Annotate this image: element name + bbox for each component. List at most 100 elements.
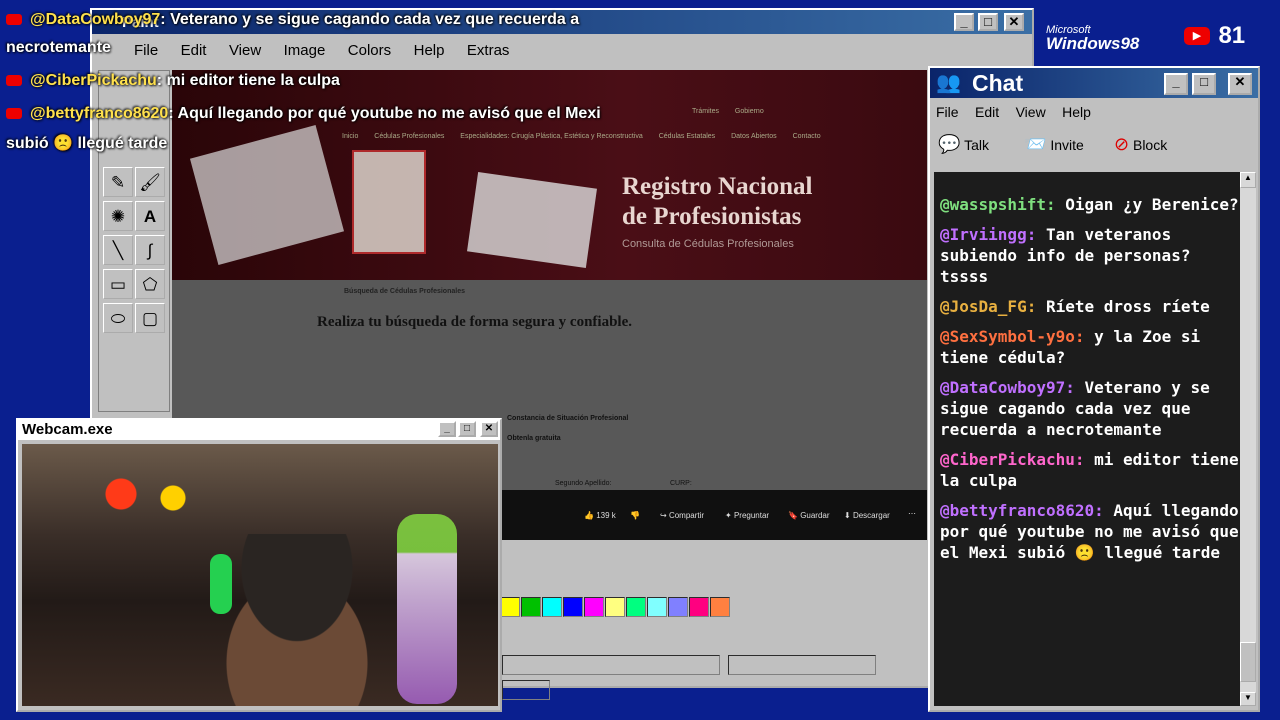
chat-username: @Irviingg: bbox=[940, 225, 1037, 244]
rounded-rect-tool-icon[interactable]: ▢ bbox=[135, 303, 165, 333]
palette-swatch[interactable] bbox=[584, 597, 604, 617]
menu-file[interactable]: File bbox=[134, 38, 158, 64]
palette-swatch[interactable] bbox=[626, 597, 646, 617]
minimize-button[interactable]: _ bbox=[954, 13, 974, 31]
palette-swatch[interactable] bbox=[521, 597, 541, 617]
palette-swatch[interactable] bbox=[500, 597, 520, 617]
hero-subtitle: Consulta de Cédulas Profesionales bbox=[622, 238, 794, 250]
top-link[interactable]: Trámites bbox=[692, 108, 719, 115]
chat-message: @DataCowboy97: Veterano y se sigue cagan… bbox=[940, 377, 1240, 440]
like-count: 139 k bbox=[596, 511, 616, 520]
nav-item[interactable]: Cédulas Estatales bbox=[659, 133, 715, 140]
status-cell bbox=[502, 680, 550, 700]
more-icon[interactable]: ⋯ bbox=[908, 509, 916, 518]
menu-help[interactable]: Help bbox=[414, 38, 445, 64]
close-button[interactable]: ✕ bbox=[480, 421, 498, 437]
menu-colors[interactable]: Colors bbox=[348, 38, 391, 64]
youtube-icon bbox=[6, 75, 22, 87]
maximize-button[interactable]: □ bbox=[978, 13, 998, 31]
status-bar bbox=[502, 655, 927, 700]
menu-image[interactable]: Image bbox=[284, 38, 326, 64]
chat-menu-edit[interactable]: Edit bbox=[975, 102, 999, 122]
like-button[interactable]: 👍 139 k bbox=[584, 511, 616, 520]
invite-button[interactable]: 📨 Invite bbox=[1024, 134, 1084, 155]
chat-app-icon: 👥 bbox=[936, 72, 961, 94]
nav-item[interactable]: Cédulas Profesionales bbox=[374, 133, 444, 140]
menu-edit[interactable]: Edit bbox=[181, 38, 207, 64]
scroll-thumb[interactable] bbox=[1240, 642, 1256, 682]
chat-message-text: Ríete dross ríete bbox=[1045, 297, 1210, 316]
nav-item[interactable]: Datos Abiertos bbox=[731, 133, 777, 140]
palette-swatch[interactable] bbox=[710, 597, 730, 617]
scroll-up-icon[interactable]: ▲ bbox=[1240, 172, 1256, 188]
youtube-play-icon: ▶ bbox=[1184, 27, 1210, 45]
scroll-down-icon[interactable]: ▼ bbox=[1240, 692, 1256, 706]
palette-swatch[interactable] bbox=[689, 597, 709, 617]
brush-tool-icon[interactable]: 🖌 bbox=[135, 167, 165, 197]
chat-menu-help[interactable]: Help bbox=[1062, 102, 1091, 122]
chat-message-area[interactable]: @wasspshift: Oigan ¿y Berenice? @Irviingg… bbox=[934, 172, 1240, 706]
palette-swatch[interactable] bbox=[647, 597, 667, 617]
overlay-chat-continuation: necrotemante bbox=[6, 39, 111, 56]
close-button[interactable]: ✕ bbox=[1228, 73, 1252, 95]
webcam-titlebar[interactable]: Webcam.exe _ □ ✕ bbox=[18, 420, 500, 440]
pencil-tool-icon[interactable]: ✎ bbox=[103, 167, 133, 197]
overlay-chat-continuation: subió 🙁 llegué tarde bbox=[6, 135, 168, 152]
menu-view[interactable]: View bbox=[229, 38, 261, 64]
field-label-curp: CURP: bbox=[670, 480, 692, 487]
ellipse-tool-icon[interactable]: ⬭ bbox=[103, 303, 133, 333]
polygon-tool-icon[interactable]: ⬠ bbox=[135, 269, 165, 299]
maximize-button[interactable]: □ bbox=[1192, 73, 1216, 95]
chat-titlebar[interactable]: 👥 Chat _ □ ✕ bbox=[930, 68, 1258, 98]
rectangle-tool-icon[interactable]: ▭ bbox=[103, 269, 133, 299]
hero-image-cards bbox=[189, 125, 345, 265]
paint-menubar: File Edit View Image Colors Help Extras bbox=[92, 38, 1032, 64]
overlay-chat-line: @CiberPickachu: mi editor tiene la culpa bbox=[6, 72, 340, 90]
status-cell bbox=[728, 655, 877, 675]
nav-item[interactable]: Contacto bbox=[793, 133, 821, 140]
chat-message: @CiberPickachu: mi editor tiene la culpa bbox=[940, 449, 1240, 491]
color-palette bbox=[500, 597, 731, 619]
download-button[interactable]: ⬇ Descargar bbox=[844, 511, 890, 520]
breadcrumb: Búsqueda de Cédulas Profesionales bbox=[344, 288, 465, 295]
search-heading: Realiza tu búsqueda de forma segura y co… bbox=[317, 314, 632, 330]
chat-menu-file[interactable]: File bbox=[936, 102, 959, 122]
chat-window: 👥 Chat _ □ ✕ File Edit View Help 💬 Talk … bbox=[928, 66, 1260, 712]
chat-menu-view[interactable]: View bbox=[1016, 102, 1046, 122]
maximize-button[interactable]: □ bbox=[458, 421, 476, 437]
overlay-text: : mi editor tiene la culpa bbox=[156, 72, 340, 89]
text-tool-icon[interactable]: A bbox=[135, 201, 165, 231]
palette-swatch[interactable] bbox=[605, 597, 625, 617]
curve-tool-icon[interactable]: ∫ bbox=[135, 235, 165, 265]
line-tool-icon[interactable]: ╲ bbox=[103, 235, 133, 265]
menu-extras[interactable]: Extras bbox=[467, 38, 510, 64]
chat-scrollbar[interactable]: ▲ ▼ bbox=[1240, 172, 1256, 706]
webcam-window: Webcam.exe _ □ ✕ bbox=[16, 418, 502, 712]
top-links: Trámites Gobierno bbox=[692, 108, 764, 115]
nav-item[interactable]: Inicio bbox=[342, 133, 358, 140]
chat-username: @DataCowboy97: bbox=[940, 378, 1075, 397]
webcam-feed bbox=[22, 444, 498, 706]
nav-item[interactable]: Especialidades: Cirugía Plástica, Estéti… bbox=[460, 133, 642, 140]
chat-message: @bettyfranco8620: Aquí llegando por qué … bbox=[940, 500, 1240, 563]
close-button[interactable]: ✕ bbox=[1004, 13, 1024, 31]
palette-swatch[interactable] bbox=[668, 597, 688, 617]
ask-button[interactable]: ✦ Preguntar bbox=[725, 511, 769, 520]
block-label: Block bbox=[1132, 137, 1168, 153]
save-button[interactable]: 🔖 Guardar bbox=[788, 511, 830, 520]
minimize-button[interactable]: _ bbox=[438, 421, 456, 437]
dislike-button[interactable]: 👎 bbox=[630, 511, 640, 520]
top-link[interactable]: Gobierno bbox=[735, 108, 764, 115]
palette-swatch[interactable] bbox=[542, 597, 562, 617]
minimize-button[interactable]: _ bbox=[1164, 73, 1188, 95]
youtube-icon bbox=[6, 14, 22, 26]
airbrush-tool-icon[interactable]: ✺ bbox=[103, 201, 133, 231]
palette-swatch[interactable] bbox=[563, 597, 583, 617]
chat-username: @SexSymbol-y9o: bbox=[940, 327, 1085, 346]
hero-heading-2: de Profesionistas bbox=[622, 203, 802, 230]
share-button[interactable]: ↪ Compartir bbox=[660, 511, 704, 520]
block-button[interactable]: ⊘ Block bbox=[1114, 134, 1167, 155]
talk-button[interactable]: 💬 Talk bbox=[938, 134, 989, 155]
chat-message: @SexSymbol-y9o: y la Zoe si tiene cédula… bbox=[940, 326, 1240, 368]
hero-image-certificate bbox=[352, 150, 426, 254]
